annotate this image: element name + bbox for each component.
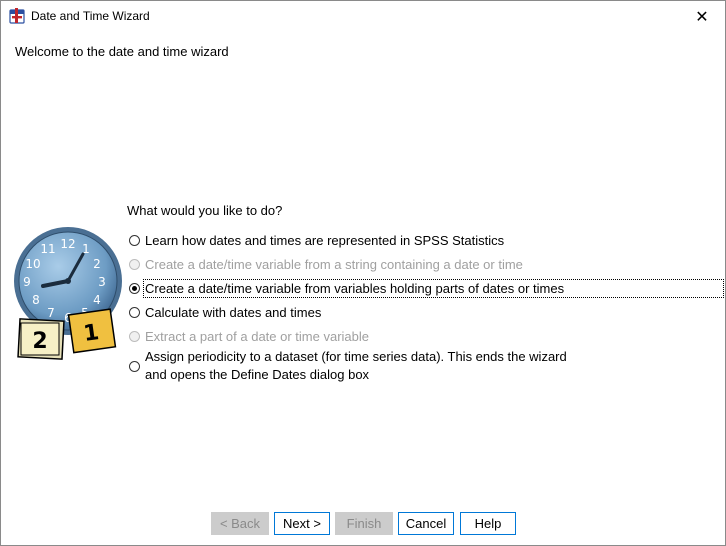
page-subtitle: Welcome to the date and time wizard	[15, 44, 229, 59]
cancel-button[interactable]: Cancel	[398, 512, 454, 535]
option-create-from-parts[interactable]: Create a date/time variable from variabl…	[129, 278, 725, 298]
clock-number-8: 8	[32, 293, 40, 307]
option-create-from-string-label: Create a date/time variable from a strin…	[145, 256, 523, 272]
radio-learn-dates[interactable]	[129, 234, 140, 246]
option-create-from-parts-label: Create a date/time variable from variabl…	[142, 278, 725, 298]
back-button: < Back	[211, 512, 269, 535]
option-assign-periodicity-label: Assign periodicity to a dataset (for tim…	[145, 348, 567, 384]
close-button[interactable]: ✕	[679, 1, 725, 31]
option-calculate[interactable]: Calculate with dates and times	[129, 302, 321, 322]
window-title: Date and Time Wizard	[31, 9, 150, 23]
clock-number-2: 2	[93, 257, 101, 271]
calendar-left-digit: 2	[32, 329, 47, 354]
clock-number-7: 7	[47, 306, 55, 320]
radio-assign-periodicity[interactable]	[129, 360, 140, 372]
clock-number-10: 10	[25, 257, 40, 271]
clock-calendar-illustration: 12 1 2 3 4 5 6 7 8 9 10 11 2 1	[14, 227, 122, 360]
option-learn-dates-label: Learn how dates and times are represente…	[145, 232, 505, 248]
option-assign-periodicity[interactable]: Assign periodicity to a dataset (for tim…	[129, 346, 567, 386]
clock-number-9: 9	[23, 275, 31, 289]
option-create-from-string: Create a date/time variable from a strin…	[129, 254, 523, 274]
help-button[interactable]: Help	[460, 512, 516, 535]
radio-create-from-string	[129, 258, 140, 270]
question-label: What would you like to do?	[127, 203, 283, 218]
close-icon: ✕	[695, 6, 709, 26]
calendar-card-left: 2	[17, 318, 65, 360]
finish-button: Finish	[335, 512, 393, 535]
title-bar: Date and Time Wizard ✕	[1, 1, 725, 31]
option-assign-periodicity-line1: Assign periodicity to a dataset (for tim…	[145, 349, 567, 364]
option-calculate-label: Calculate with dates and times	[145, 304, 322, 320]
radio-calculate[interactable]	[129, 306, 140, 318]
clock-number-3: 3	[98, 275, 106, 289]
clock-number-12: 12	[60, 237, 75, 251]
radio-extract-part	[129, 330, 140, 342]
radio-create-from-parts[interactable]	[129, 282, 140, 294]
next-button[interactable]: Next >	[274, 512, 330, 535]
option-extract-part-label: Extract a part of a date or time variabl…	[145, 328, 369, 344]
clock-number-4: 4	[93, 293, 101, 307]
calendar-card-right: 1	[67, 308, 117, 354]
option-assign-periodicity-line2: and opens the Define Dates dialog box	[145, 367, 370, 382]
spss-app-icon	[9, 8, 25, 24]
option-extract-part: Extract a part of a date or time variabl…	[129, 326, 369, 346]
date-time-wizard-window: Date and Time Wizard ✕ Welcome to the da…	[0, 0, 726, 546]
option-learn-dates[interactable]: Learn how dates and times are represente…	[129, 230, 504, 250]
clock-number-11: 11	[40, 242, 55, 256]
